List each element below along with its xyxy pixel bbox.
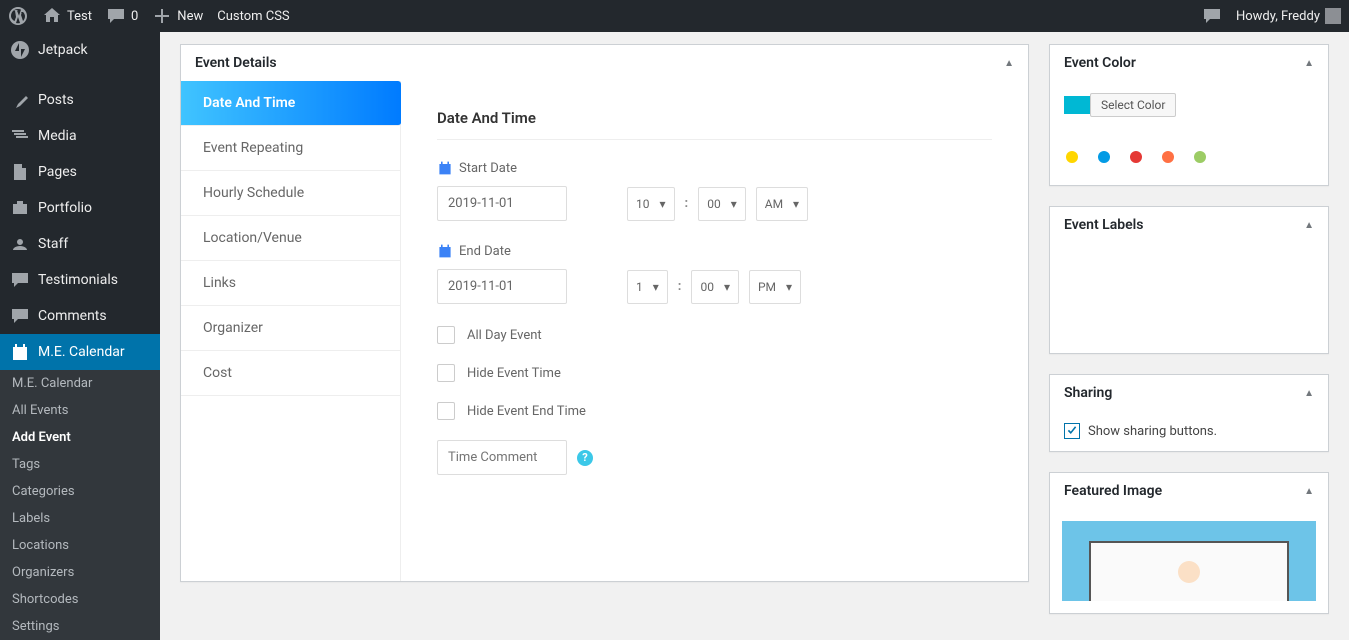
start-date-label: Start Date: [437, 160, 992, 176]
help-icon[interactable]: ?: [577, 450, 593, 466]
event-color-box: Event Color ▲ Select Color: [1049, 44, 1329, 186]
site-name[interactable]: Test: [42, 6, 92, 26]
menu-mecalendar[interactable]: M.E. Calendar: [0, 334, 160, 370]
submenu-labels[interactable]: Labels: [0, 505, 160, 532]
collapse-icon[interactable]: ▲: [1304, 58, 1314, 69]
submenu-shortcodes[interactable]: Shortcodes: [0, 586, 160, 613]
time-comment-input[interactable]: [437, 440, 567, 475]
tab-datetime[interactable]: Date And Time: [181, 81, 401, 126]
details-tabs: Date And Time Event Repeating Hourly Sch…: [181, 81, 401, 581]
calendar-icon: [437, 243, 453, 259]
end-date-label: End Date: [437, 243, 992, 259]
submenu-addevent[interactable]: Add Event: [0, 424, 160, 451]
submenu-mecalendar-main[interactable]: M.E. Calendar: [0, 370, 160, 397]
datetime-heading: Date And Time: [437, 109, 992, 140]
menu-comments[interactable]: Comments: [0, 298, 160, 334]
admin-sidebar: Jetpack Posts Media Pages Portfolio Staf…: [0, 32, 160, 625]
featured-image-preview[interactable]: [1062, 521, 1316, 601]
featured-image-box: Featured Image ▲: [1049, 472, 1329, 614]
select-color-button[interactable]: Select Color: [1090, 93, 1176, 117]
tab-links[interactable]: Links: [181, 261, 400, 306]
start-date-input[interactable]: [437, 186, 567, 221]
event-details-title: Event Details: [195, 55, 277, 71]
end-hour-select[interactable]: 1▾: [627, 270, 668, 304]
event-labels-header[interactable]: Event Labels ▲: [1050, 207, 1328, 243]
main-column: Event Details ▲ Date And Time Event Repe…: [180, 32, 1029, 625]
new-link[interactable]: New: [152, 6, 203, 26]
hideend-checkbox[interactable]: [437, 402, 455, 420]
comments-link[interactable]: 0: [106, 6, 138, 26]
notifications-icon[interactable]: [1202, 6, 1222, 26]
custom-css-link[interactable]: Custom CSS: [217, 9, 289, 24]
wp-logo[interactable]: [8, 6, 28, 26]
allday-checkbox[interactable]: [437, 326, 455, 344]
tab-hourly[interactable]: Hourly Schedule: [181, 171, 400, 216]
allday-label: All Day Event: [467, 328, 542, 343]
tab-content: Date And Time Start Date 10▾ : 00▾: [401, 81, 1028, 581]
end-date-input[interactable]: [437, 269, 567, 304]
calendar-icon: [437, 160, 453, 176]
avatar: [1325, 8, 1341, 24]
start-ampm-select[interactable]: AM▾: [756, 187, 808, 221]
color-dot-yellow[interactable]: [1066, 151, 1078, 163]
menu-posts[interactable]: Posts: [0, 82, 160, 118]
hideend-label: Hide Event End Time: [467, 404, 586, 419]
tab-organizer[interactable]: Organizer: [181, 306, 400, 351]
event-color-header[interactable]: Event Color ▲: [1050, 45, 1328, 81]
tab-repeat[interactable]: Event Repeating: [181, 126, 400, 171]
color-presets: [1050, 129, 1328, 185]
collapse-icon[interactable]: ▲: [1304, 388, 1314, 399]
end-min-select[interactable]: 00▾: [691, 270, 739, 304]
show-sharing-checkbox[interactable]: [1064, 423, 1080, 439]
menu-media[interactable]: Media: [0, 118, 160, 154]
featured-image-header[interactable]: Featured Image ▲: [1050, 473, 1328, 509]
menu-testimonials[interactable]: Testimonials: [0, 262, 160, 298]
admin-bar: Test 0 New Custom CSS Howdy, Freddy: [0, 0, 1349, 32]
menu-staff[interactable]: Staff: [0, 226, 160, 262]
tab-location[interactable]: Location/Venue: [181, 216, 400, 261]
menu-pages[interactable]: Pages: [0, 154, 160, 190]
submenu-organizers[interactable]: Organizers: [0, 559, 160, 586]
color-swatch: [1064, 96, 1090, 114]
side-column: Event Color ▲ Select Color Event Labels: [1049, 32, 1329, 625]
menu-jetpack[interactable]: Jetpack: [0, 32, 160, 68]
tab-cost[interactable]: Cost: [181, 351, 400, 396]
color-dot-green[interactable]: [1194, 151, 1206, 163]
color-dot-orange[interactable]: [1162, 151, 1174, 163]
menu-portfolio[interactable]: Portfolio: [0, 190, 160, 226]
show-sharing-label: Show sharing buttons.: [1088, 424, 1217, 439]
event-details-header[interactable]: Event Details ▲: [181, 45, 1028, 81]
start-min-select[interactable]: 00▾: [698, 187, 746, 221]
submenu-locations[interactable]: Locations: [0, 532, 160, 559]
submenu-tags[interactable]: Tags: [0, 451, 160, 478]
submenu-settings[interactable]: Settings: [0, 613, 160, 640]
content-area: Event Details ▲ Date And Time Event Repe…: [160, 32, 1349, 625]
color-dot-blue[interactable]: [1098, 151, 1110, 163]
howdy-user[interactable]: Howdy, Freddy: [1236, 8, 1341, 24]
color-dot-red[interactable]: [1130, 151, 1142, 163]
sharing-header[interactable]: Sharing ▲: [1050, 375, 1328, 411]
submenu-allevents[interactable]: All Events: [0, 397, 160, 424]
end-ampm-select[interactable]: PM▾: [749, 270, 801, 304]
collapse-icon[interactable]: ▲: [1304, 486, 1314, 497]
collapse-icon[interactable]: ▲: [1304, 220, 1314, 231]
event-labels-box: Event Labels ▲: [1049, 206, 1329, 354]
hidetime-label: Hide Event Time: [467, 366, 561, 381]
hidetime-checkbox[interactable]: [437, 364, 455, 382]
collapse-icon[interactable]: ▲: [1004, 58, 1014, 69]
start-hour-select[interactable]: 10▾: [627, 187, 675, 221]
sharing-box: Sharing ▲ Show sharing buttons.: [1049, 374, 1329, 452]
submenu-mecalendar: M.E. Calendar All Events Add Event Tags …: [0, 370, 160, 640]
submenu-categories[interactable]: Categories: [0, 478, 160, 505]
event-details-box: Event Details ▲ Date And Time Event Repe…: [180, 44, 1029, 582]
